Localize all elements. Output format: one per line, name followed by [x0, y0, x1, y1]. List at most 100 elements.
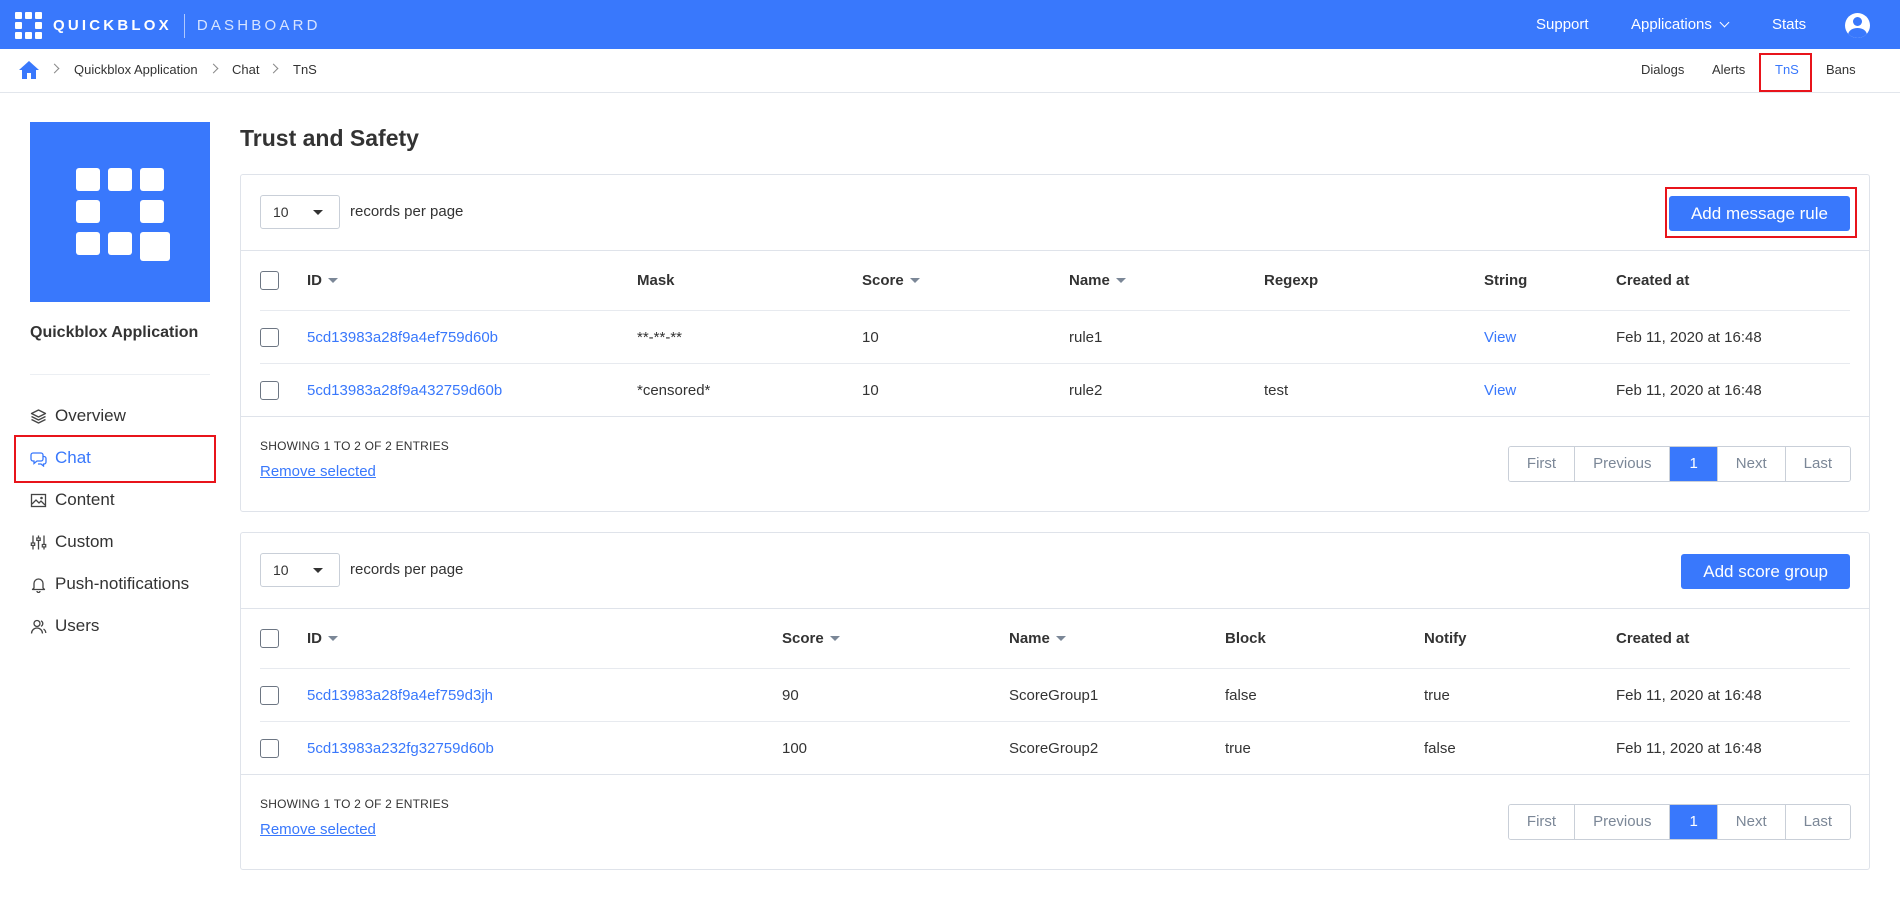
sliders-icon [30, 535, 47, 549]
rule-score: 10 [862, 382, 879, 399]
page-first-button[interactable]: First [1508, 447, 1576, 481]
tab-bans[interactable]: Bans [1826, 62, 1856, 77]
page-previous-button[interactable]: Previous [1575, 805, 1671, 839]
col-created-at: Created at [1616, 272, 1690, 289]
sidebar-item-content[interactable]: Content [30, 487, 115, 513]
col-regexp: Regexp [1264, 272, 1319, 289]
sidebar-item-custom[interactable]: Custom [30, 529, 114, 555]
sort-down-icon [328, 636, 338, 641]
col-name[interactable]: Name [1069, 251, 1126, 311]
top-navbar: QUICKBLOX DASHBOARD Support Applications… [0, 0, 1900, 49]
breadcrumb-chat[interactable]: Chat [232, 62, 259, 77]
col-score[interactable]: Score [862, 251, 920, 311]
chevron-right-icon [268, 63, 279, 74]
group-block: true [1225, 740, 1251, 757]
col-name[interactable]: Name [1009, 609, 1066, 669]
col-score-label: Score [782, 630, 824, 647]
logo[interactable]: QUICKBLOX DASHBOARD [15, 12, 321, 39]
logo-icon [15, 12, 42, 39]
group-id-link[interactable]: 5cd13983a28f9a4ef759d3jh [307, 669, 493, 722]
rule-string-view-link[interactable]: View [1484, 364, 1516, 417]
col-name-label: Name [1069, 272, 1110, 289]
group-score: 100 [782, 740, 808, 757]
page-last-button[interactable]: Last [1785, 447, 1850, 481]
group-name: ScoreGroup2 [1009, 740, 1099, 757]
rule-id-link[interactable]: 5cd13983a28f9a4ef759d60b [307, 311, 498, 364]
page-number-button[interactable]: 1 [1670, 805, 1718, 839]
page-title: Trust and Safety [240, 125, 419, 151]
table-row: 5cd13983a28f9a4ef759d3jh 90 ScoreGroup1 … [260, 668, 1850, 721]
logo-text: QUICKBLOX [53, 17, 172, 34]
rule-name: rule2 [1069, 382, 1103, 399]
group-notify: true [1424, 687, 1450, 704]
row-checkbox[interactable] [260, 381, 279, 400]
group-created-at: Feb 11, 2020 at 16:48 [1616, 740, 1762, 757]
rules-per-page-select[interactable]: 10 [260, 195, 340, 229]
col-id[interactable]: ID [307, 251, 338, 311]
page-last-button[interactable]: Last [1785, 805, 1850, 839]
rule-created-at: Feb 11, 2020 at 16:48 [1616, 329, 1762, 346]
pagination: First Previous 1 Next Last [1507, 804, 1851, 840]
col-id[interactable]: ID [307, 609, 338, 669]
image-icon [30, 493, 47, 507]
rule-id-link[interactable]: 5cd13983a28f9a432759d60b [307, 364, 502, 417]
sidebar-item-push-notifications[interactable]: Push-notifications [30, 571, 189, 597]
pagination: First Previous 1 Next Last [1507, 446, 1851, 482]
page-number-button[interactable]: 1 [1670, 447, 1718, 481]
row-checkbox[interactable] [260, 686, 279, 705]
page-previous-button[interactable]: Previous [1575, 447, 1671, 481]
sidebar-item-label: Content [55, 490, 115, 509]
sort-down-icon [1055, 636, 1066, 641]
rules-per-page-value: 10 [273, 204, 289, 220]
chevron-down-icon [1719, 17, 1730, 28]
col-score[interactable]: Score [782, 609, 840, 669]
highlight-box-add-rule [1665, 187, 1857, 238]
remove-selected-link[interactable]: Remove selected [260, 821, 376, 838]
table-bottom-border [241, 416, 1869, 417]
select-all-checkbox[interactable] [260, 271, 279, 290]
user-avatar-icon[interactable] [1845, 13, 1870, 38]
table-row: 5cd13983a28f9a432759d60b *censored* 10 r… [260, 363, 1850, 416]
rule-string-view-link[interactable]: View [1484, 311, 1516, 364]
chevron-right-icon [208, 63, 219, 74]
page-next-button[interactable]: Next [1717, 447, 1786, 481]
message-rules-panel: 10 records per page Add message rule ID … [240, 174, 1870, 512]
sidebar-item-overview[interactable]: Overview [30, 403, 126, 429]
sidebar-item-label: Overview [55, 406, 126, 425]
col-created-at: Created at [1616, 630, 1690, 647]
group-id-link[interactable]: 5cd13983a232fg32759d60b [307, 722, 494, 775]
tab-dialogs[interactable]: Dialogs [1641, 62, 1684, 77]
row-checkbox[interactable] [260, 739, 279, 758]
row-checkbox[interactable] [260, 328, 279, 347]
groups-table-header: ID Score Name Block Notify Created at [241, 608, 1869, 668]
add-score-group-button[interactable]: Add score group [1681, 554, 1850, 589]
caret-down-icon [313, 210, 323, 215]
logo-divider [183, 13, 185, 38]
nav-stats[interactable]: Stats [1772, 0, 1806, 49]
home-icon[interactable] [18, 60, 40, 80]
select-all-checkbox[interactable] [260, 629, 279, 648]
nav-applications[interactable]: Applications [1631, 0, 1730, 49]
sort-down-icon [909, 278, 920, 283]
sort-down-icon [1115, 278, 1126, 283]
rules-per-page-label: records per page [350, 203, 464, 220]
app-grid-icon [76, 168, 170, 261]
col-notify: Notify [1424, 630, 1467, 647]
tab-alerts[interactable]: Alerts [1712, 62, 1745, 77]
page-next-button[interactable]: Next [1717, 805, 1786, 839]
breadcrumb-app[interactable]: Quickblox Application [74, 62, 198, 77]
col-name-label: Name [1009, 630, 1050, 647]
page-first-button[interactable]: First [1508, 805, 1576, 839]
remove-selected-link[interactable]: Remove selected [260, 463, 376, 480]
sidebar-item-users[interactable]: Users [30, 613, 99, 639]
col-block: Block [1225, 630, 1266, 647]
group-notify: false [1424, 740, 1456, 757]
groups-per-page-select[interactable]: 10 [260, 553, 340, 587]
bell-icon [31, 577, 46, 593]
app-name: Quickblox Application [30, 324, 199, 341]
sidebar-item-label: Custom [55, 532, 114, 551]
rule-created-at: Feb 11, 2020 at 16:48 [1616, 382, 1762, 399]
nav-support[interactable]: Support [1536, 0, 1589, 49]
rule-mask: *censored* [637, 382, 711, 399]
groups-per-page-value: 10 [273, 562, 289, 578]
